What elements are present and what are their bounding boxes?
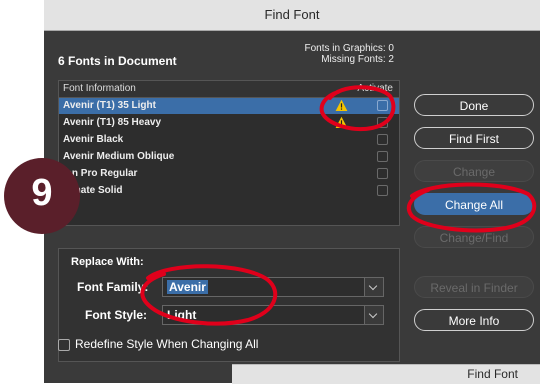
activate-checkbox[interactable]	[377, 100, 388, 111]
font-style-value: Light	[167, 308, 197, 322]
warning-icon	[335, 99, 348, 111]
font-name: Avenir Black	[63, 134, 124, 145]
font-style-field[interactable]: Light	[162, 305, 384, 325]
fonts-in-graphics: Fonts in Graphics: 0	[304, 43, 394, 54]
font-name: Avenir (T1) 85 Heavy	[63, 117, 162, 128]
activate-checkbox[interactable]	[377, 134, 388, 145]
font-row[interactable]: Avenir Black	[59, 132, 399, 148]
change-find-button[interactable]: Change/Find	[414, 226, 534, 248]
missing-fonts: Missing Fonts: 2	[321, 54, 394, 65]
step-number: 9	[31, 172, 53, 214]
background-window-title: Find Font	[467, 367, 518, 381]
change-all-button[interactable]: Change All	[414, 193, 534, 215]
font-row[interactable]: Avenir (T1) 35 Light	[59, 98, 399, 114]
more-info-button[interactable]: More Info	[414, 309, 534, 331]
font-row[interactable]: Avenir Medium Oblique	[59, 149, 399, 165]
activate-checkbox[interactable]	[377, 185, 388, 196]
activate-checkbox[interactable]	[377, 151, 388, 162]
fonts-count-label: 6 Fonts in Document	[58, 54, 177, 68]
header-font-information: Font Information	[63, 83, 136, 94]
step-number-badge: 9	[4, 158, 80, 234]
find-first-button[interactable]: Find First	[414, 127, 534, 149]
chevron-down-icon[interactable]	[364, 306, 383, 324]
font-list-header: Font Information Activate	[59, 81, 399, 98]
title-bar: Find Font	[44, 0, 540, 31]
chevron-down-icon[interactable]	[364, 278, 383, 296]
redefine-style-checkbox[interactable]	[58, 338, 70, 351]
background-window-titlebar: Find Font	[232, 364, 540, 384]
header-activate: Activate	[357, 83, 393, 94]
redefine-style-option[interactable]: Redefine Style When Changing All	[58, 337, 258, 351]
replace-with-title: Replace With:	[71, 256, 144, 268]
font-style-label: Font Style:	[85, 308, 147, 322]
reveal-in-finder-button[interactable]: Reveal in Finder	[414, 276, 534, 298]
font-family-field[interactable]: Avenir	[162, 277, 384, 297]
font-list[interactable]: Font Information Activate Avenir (T1) 35…	[58, 80, 400, 226]
font-name: Avenir (T1) 35 Light	[63, 100, 156, 111]
done-button[interactable]: Done	[414, 94, 534, 116]
activate-checkbox[interactable]	[377, 168, 388, 179]
font-family-value: Avenir	[167, 280, 208, 294]
activate-checkbox[interactable]	[377, 117, 388, 128]
warning-icon	[335, 116, 348, 128]
font-name: Avenir Medium Oblique	[63, 151, 175, 162]
font-family-label: Font Family:	[77, 280, 149, 294]
font-row[interactable]: Avenir (T1) 85 Heavy	[59, 115, 399, 131]
find-font-dialog: Find Font 6 Fonts in Document Fonts in G…	[44, 0, 540, 383]
dialog-title: Find Font	[264, 7, 320, 22]
font-stats: Fonts in Graphics: 0 Missing Fonts: 2	[305, 43, 394, 65]
font-row[interactable]: sphate Solid	[59, 183, 399, 199]
change-button[interactable]: Change	[414, 160, 534, 182]
font-row[interactable]: ion Pro Regular	[59, 166, 399, 182]
redefine-style-label: Redefine Style When Changing All	[75, 337, 259, 351]
